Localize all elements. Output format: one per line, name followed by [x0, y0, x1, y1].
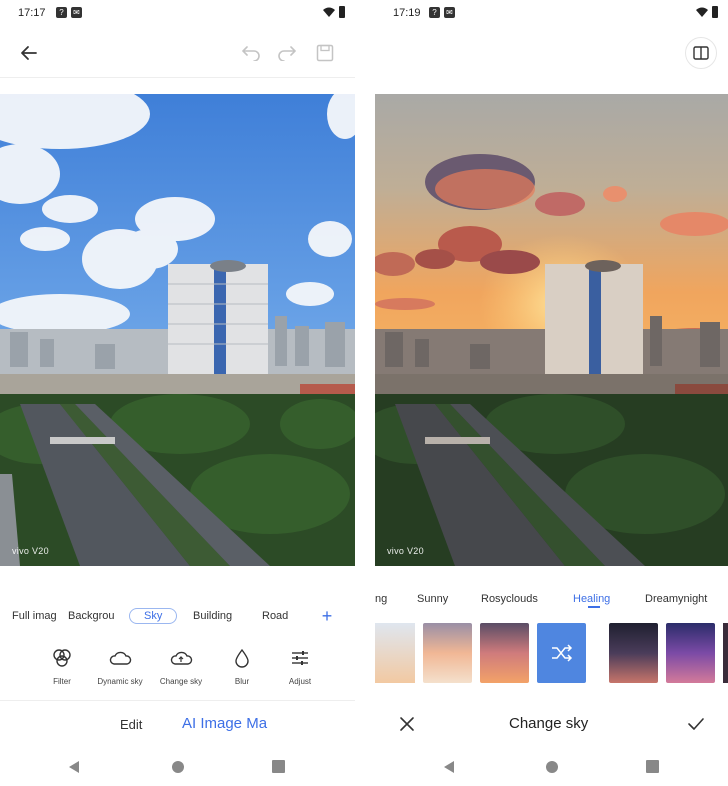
tab-road[interactable]: Road: [256, 610, 294, 622]
action-title: Change sky: [509, 715, 589, 732]
tab-sky-partial[interactable]: ng: [375, 593, 387, 605]
battery-icon: [712, 6, 718, 18]
notification-icon: ?: [56, 7, 67, 18]
editor-toolbar: [0, 28, 355, 76]
tool-label: Adjust: [288, 677, 312, 686]
undo-icon: [242, 46, 260, 61]
nav-back-icon[interactable]: [443, 760, 455, 774]
nav-home-icon[interactable]: [545, 760, 559, 774]
edit-tools: Filter Dynamic sky Change sky Blur Adjus…: [0, 648, 355, 694]
wifi-icon: [696, 7, 708, 17]
photo-watermark: vivo V20: [12, 546, 49, 556]
tab-building[interactable]: Building: [187, 610, 238, 622]
random-sky-button[interactable]: [537, 623, 586, 683]
shuffle-icon: [551, 644, 572, 662]
tab-background[interactable]: Backgrou: [62, 610, 120, 622]
arrow-left-icon: [21, 46, 37, 60]
system-nav-bar: [0, 752, 355, 782]
notification-icon: ?: [429, 7, 440, 18]
nav-recents-icon[interactable]: [272, 760, 285, 773]
back-button[interactable]: [14, 38, 44, 68]
compare-button[interactable]: [685, 37, 717, 69]
confirm-check-icon[interactable]: [687, 716, 705, 732]
tab-sunny[interactable]: Sunny: [417, 593, 448, 605]
sky-category-tabs: ng Sunny Rosyclouds Healing Dreamynight: [375, 584, 728, 614]
sky-thumbnail[interactable]: [723, 623, 728, 683]
sky-thumbnails: [375, 623, 728, 685]
nav-recents-icon[interactable]: [646, 760, 659, 773]
compare-icon: [693, 46, 709, 60]
tab-rosyclouds[interactable]: Rosyclouds: [481, 593, 538, 605]
tab-ai-image-magic[interactable]: AI Image Ma: [182, 715, 268, 732]
photo-preview[interactable]: vivo V20: [0, 94, 355, 566]
add-segment-button[interactable]: +: [318, 607, 336, 625]
tab-full-image[interactable]: Full imag: [6, 610, 63, 622]
tab-healing[interactable]: Healing: [573, 593, 610, 605]
undo-button[interactable]: [236, 38, 266, 68]
sky-thumbnail[interactable]: [480, 623, 529, 683]
segment-tabs: Full imag Backgrou Sky Building Road +: [0, 601, 355, 631]
tab-sky[interactable]: Sky: [129, 608, 178, 624]
system-nav-bar: [375, 752, 728, 782]
cloud-upload-icon: [170, 651, 193, 665]
status-bar: 17:19 ? ✉: [375, 0, 728, 26]
sky-thumbnail[interactable]: [609, 623, 658, 683]
mail-icon: ✉: [444, 7, 455, 18]
tab-active-indicator: [588, 606, 600, 608]
status-bar: 17:17 ? ✉: [0, 0, 355, 26]
save-button[interactable]: [310, 38, 340, 68]
cloud-icon: [109, 651, 132, 665]
tools-divider: [0, 700, 355, 701]
sky-thumbnail[interactable]: [666, 623, 715, 683]
battery-icon: [339, 6, 345, 18]
nav-home-icon[interactable]: [171, 760, 185, 774]
mail-icon: ✉: [71, 7, 82, 18]
status-time: 17:19: [393, 7, 421, 19]
redo-button[interactable]: [272, 38, 302, 68]
tool-adjust[interactable]: Adjust: [264, 648, 336, 686]
tab-dreamynight[interactable]: Dreamynight: [645, 593, 707, 605]
tab-edit[interactable]: Edit: [120, 717, 142, 732]
photo-preview[interactable]: vivo V20: [375, 94, 728, 566]
right-screen: 17:19 ? ✉ vivo V20 ng Sunny Rosyclouds H…: [375, 0, 728, 786]
photo-watermark: vivo V20: [387, 546, 424, 556]
status-time: 17:17: [18, 7, 46, 19]
nav-back-icon[interactable]: [68, 760, 80, 774]
toolbar-divider: [0, 77, 355, 78]
drop-icon: [235, 648, 249, 668]
sky-thumbnail[interactable]: [423, 623, 472, 683]
city-photo-sunset-sky: [375, 94, 728, 566]
sliders-icon: [292, 651, 308, 665]
redo-icon: [278, 46, 296, 61]
close-icon[interactable]: [399, 716, 415, 732]
wifi-icon: [323, 7, 335, 17]
action-bar: Change sky: [375, 708, 728, 740]
left-screen: 17:17 ? ✉ vivo V20 Full imag Backgrou Sk…: [0, 0, 355, 786]
mode-tabs: Edit AI Image Ma: [0, 708, 355, 740]
city-photo-blue-sky: [0, 94, 355, 566]
filter-icon: [53, 649, 71, 667]
sky-thumbnail[interactable]: [375, 623, 415, 683]
compare-toolbar: [375, 28, 728, 76]
save-icon: [316, 44, 334, 62]
